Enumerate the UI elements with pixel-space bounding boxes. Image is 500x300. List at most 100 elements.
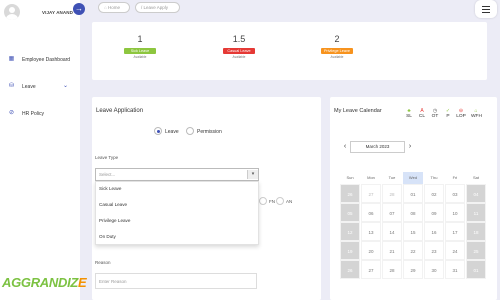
- legend-cl: A CL: [418, 108, 426, 119]
- calendar-day[interactable]: 06: [361, 203, 381, 222]
- sidebar-toggle-button[interactable]: →: [73, 3, 85, 15]
- card-title: Leave Application: [96, 108, 144, 114]
- weekday-header: Mon: [367, 175, 375, 180]
- casual-leave-stat: 1.5 Casual Leave Available: [219, 34, 259, 59]
- calendar-day[interactable]: 24: [445, 241, 465, 260]
- avatar: [4, 4, 20, 20]
- dropdown-option[interactable]: Privilege Leave: [99, 218, 130, 223]
- an-label: AN: [286, 199, 293, 204]
- grid-icon: ▦: [8, 56, 15, 62]
- leave-summary-card: 1 Sick Leave Available 1.5 Casual Leave …: [92, 22, 487, 80]
- calendar-day[interactable]: 01: [466, 260, 486, 279]
- calendar-day[interactable]: 28: [382, 184, 402, 203]
- calendar-day[interactable]: 28: [382, 260, 402, 279]
- dropdown-option[interactable]: Sick Leave: [99, 186, 121, 191]
- calendar-day[interactable]: 10: [445, 203, 465, 222]
- sidebar-item-hr-policy[interactable]: ⊘ HR Policy: [0, 108, 80, 120]
- leave-caption: Available: [133, 55, 147, 59]
- calendar-day[interactable]: 25: [466, 241, 486, 260]
- dropdown-option[interactable]: On Duty: [99, 234, 116, 239]
- calendar-day[interactable]: 30: [424, 260, 444, 279]
- leave-calendar-card: My Leave Calendar ♣ SL A CL ◷ OT ✓ P ⊖ L…: [330, 97, 497, 300]
- fn-radio[interactable]: [259, 197, 267, 205]
- calendar-day[interactable]: 19: [340, 241, 360, 260]
- user-name: VIJAY ANAND: [42, 10, 73, 15]
- leave-count: 1: [137, 34, 143, 44]
- leave-application-card: Leave Application Leave Permission Leave…: [92, 97, 321, 300]
- calendar-day[interactable]: 09: [424, 203, 444, 222]
- an-radio[interactable]: [276, 197, 284, 205]
- calendar-day[interactable]: 18: [466, 222, 486, 241]
- calendar-day[interactable]: 16: [424, 222, 444, 241]
- weekday-header: Thu: [430, 175, 438, 180]
- sidebar-item-leave[interactable]: ⛁ Leave ⌄: [0, 81, 80, 93]
- radio-button[interactable]: [154, 127, 162, 135]
- brand-logo: AGGRANDIZE: [2, 275, 87, 290]
- calendar-day[interactable]: 02: [424, 184, 444, 203]
- leave-type-select[interactable]: Select... ▾: [95, 168, 259, 181]
- privilege-leave-stat: 2 Privilege Leave Available: [317, 34, 357, 59]
- sidebar-item-employee-dashboard[interactable]: ▦ Employee Dashboard: [0, 54, 80, 66]
- next-month-button[interactable]: ›: [405, 141, 415, 153]
- sidebar: VIJAY ANAND ▦ Employee Dashboard ⛁ Leave…: [0, 0, 87, 300]
- leave-count: 1.5: [232, 34, 246, 44]
- radio-button[interactable]: [186, 127, 194, 135]
- weekday-header: Sun: [346, 175, 354, 180]
- breadcrumb-home[interactable]: ⌂ Home: [98, 2, 130, 13]
- leave-count: 2: [334, 34, 340, 44]
- calendar-day[interactable]: 13: [361, 222, 381, 241]
- leave-type-badge: Privilege Leave: [321, 48, 353, 54]
- menu-button[interactable]: [475, 0, 497, 18]
- bag-icon: ⛁: [8, 83, 15, 89]
- calendar-day[interactable]: 05: [340, 203, 360, 222]
- calendar-day[interactable]: 20: [361, 241, 381, 260]
- dropdown-option[interactable]: Casual Leave: [99, 202, 127, 207]
- radio-label: Permission: [197, 128, 222, 135]
- calendar-day[interactable]: 01: [403, 184, 423, 203]
- radio-label: Leave: [165, 128, 179, 135]
- calendar-month-nav: ‹ March 2023 ›: [340, 141, 415, 153]
- calendar-day[interactable]: 23: [424, 241, 444, 260]
- legend-lop: ⊖ LOP: [456, 108, 466, 119]
- calendar-day[interactable]: 15: [403, 222, 423, 241]
- leave-type-label: Leave Type: [95, 155, 119, 160]
- leave-caption: Available: [330, 55, 344, 59]
- month-label: March 2023: [350, 141, 405, 153]
- prev-month-button[interactable]: ‹: [340, 141, 350, 153]
- legend-sl: ♣ SL: [404, 108, 414, 119]
- calendar-day[interactable]: 17: [445, 222, 465, 241]
- calendar-day[interactable]: 27: [361, 260, 381, 279]
- reason-input[interactable]: Enter Reason: [95, 273, 257, 289]
- calendar-day[interactable]: 04: [466, 184, 486, 203]
- leave-type-dropdown: Sick Leave Casual Leave Privilege Leave …: [95, 181, 259, 245]
- calendar-day[interactable]: 26: [340, 260, 360, 279]
- calendar-day[interactable]: 22: [403, 241, 423, 260]
- calendar-day[interactable]: 12: [340, 222, 360, 241]
- user-profile[interactable]: VIJAY ANAND: [4, 4, 80, 20]
- calendar-day[interactable]: 03: [445, 184, 465, 203]
- leave-caption: Available: [232, 55, 246, 59]
- chevron-down-icon: ⌄: [63, 83, 69, 89]
- leave-type-badge: Casual Leave: [223, 48, 255, 54]
- calendar-day[interactable]: 26: [340, 184, 360, 203]
- calendar-day[interactable]: 08: [403, 203, 423, 222]
- weekday-header: Fri: [452, 175, 458, 180]
- leave-type-badge: Sick Leave: [124, 48, 156, 54]
- policy-icon: ⊘: [8, 110, 15, 116]
- calendar-day[interactable]: 11: [466, 203, 486, 222]
- legend-wfh: ⌂ WFH: [471, 108, 482, 119]
- legend-p: ✓ P: [443, 108, 453, 119]
- caret-down-icon[interactable]: ▾: [247, 170, 258, 179]
- weekday-header: Sat: [472, 175, 479, 180]
- calendar-day[interactable]: 31: [445, 260, 465, 279]
- calendar-day[interactable]: 21: [382, 241, 402, 260]
- sidebar-item-label: HR Policy: [22, 111, 44, 117]
- fn-label: FN: [269, 199, 275, 204]
- sidebar-item-label: Employee Dashboard: [22, 57, 71, 63]
- calendar-day[interactable]: 27: [361, 184, 381, 203]
- calendar-day[interactable]: 14: [382, 222, 402, 241]
- calendar-day[interactable]: 29: [403, 260, 423, 279]
- arrow-right-icon: →: [75, 4, 83, 13]
- calendar-day[interactable]: 07: [382, 203, 402, 222]
- weekday-header: Wed: [403, 172, 423, 184]
